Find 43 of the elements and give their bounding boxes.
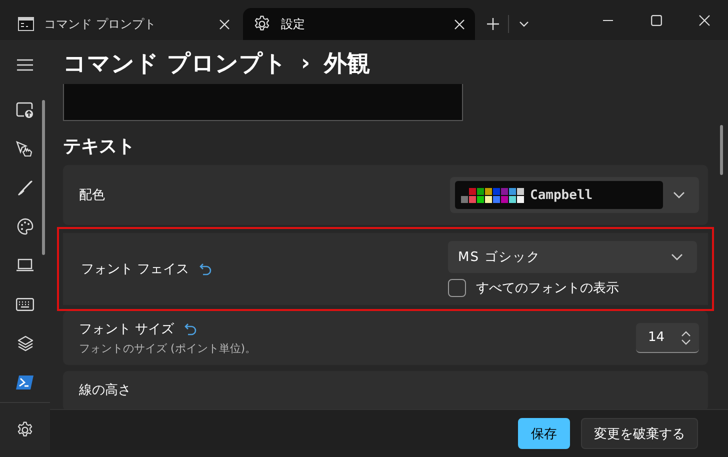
- close-icon[interactable]: [219, 18, 230, 30]
- settings-icon[interactable]: [16, 420, 34, 439]
- breadcrumb-item[interactable]: コマンド プロンプト: [63, 46, 288, 82]
- section-title: テキスト: [63, 135, 136, 159]
- color-scheme-dropdown[interactable]: Campbell: [450, 177, 699, 213]
- reset-icon[interactable]: [184, 322, 198, 336]
- keyboard-icon[interactable]: [16, 298, 34, 311]
- terminal-icon: [18, 17, 34, 31]
- chevron-down-icon[interactable]: [519, 21, 529, 27]
- brush-icon[interactable]: [17, 180, 33, 196]
- breadcrumb-item: 外観: [324, 50, 370, 79]
- close-icon[interactable]: [454, 18, 465, 30]
- setting-label: 線の高さ: [79, 382, 131, 399]
- maximize-icon[interactable]: [650, 14, 662, 26]
- close-icon[interactable]: [698, 14, 710, 26]
- setting-label: フォント サイズ: [79, 321, 174, 338]
- breadcrumb-separator: ›: [301, 50, 310, 78]
- scrollbar[interactable]: [720, 125, 723, 175]
- powershell-icon[interactable]: [16, 374, 34, 390]
- palette-icon[interactable]: [16, 218, 34, 236]
- chevron-down-icon: [673, 191, 685, 199]
- tab[interactable]: 設定: [243, 8, 475, 40]
- show-all-fonts-checkbox[interactable]: すべてのフォントの表示: [448, 279, 697, 297]
- chevron-down-icon: [671, 253, 683, 261]
- up-down-icon[interactable]: [681, 330, 691, 344]
- layers-icon[interactable]: [16, 334, 34, 352]
- setting-description: フォントのサイズ (ポイント単位)。: [79, 341, 258, 356]
- cursor-icon[interactable]: [16, 140, 34, 157]
- save-button[interactable]: 保存: [518, 418, 570, 449]
- setting-label: 配色: [79, 187, 105, 204]
- scrollbar[interactable]: [42, 100, 45, 255]
- tab[interactable]: コマンド プロンプト: [8, 8, 240, 40]
- setting-label: フォント フェイス: [81, 261, 190, 278]
- window-upload-icon[interactable]: [16, 102, 34, 118]
- font-size-spinbox[interactable]: 14: [636, 323, 699, 353]
- laptop-icon[interactable]: [16, 258, 34, 272]
- settings-icon[interactable]: [253, 15, 271, 33]
- reset-icon[interactable]: [199, 262, 212, 276]
- font-face-dropdown[interactable]: MS ゴシック: [448, 241, 697, 273]
- plus-icon[interactable]: [487, 18, 499, 30]
- discard-button[interactable]: 変更を破棄する: [581, 418, 698, 449]
- menu-icon[interactable]: [17, 59, 33, 72]
- color-swatches-icon: [461, 188, 524, 202]
